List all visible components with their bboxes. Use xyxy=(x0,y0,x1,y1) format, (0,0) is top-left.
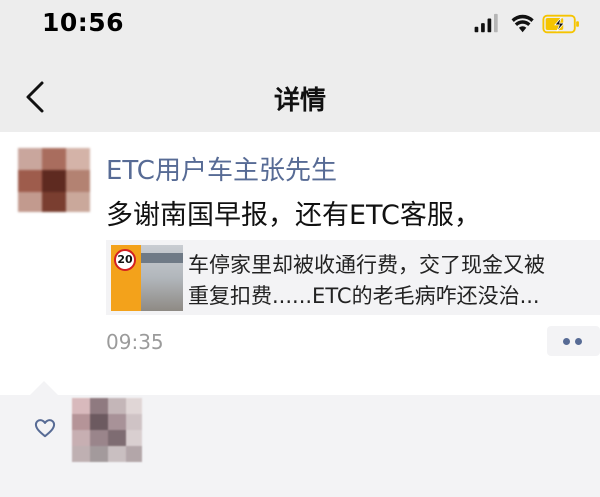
top-bar: 10:56 详情 xyxy=(0,0,600,132)
post-text: 多谢南国早报，还有ETC客服， xyxy=(106,200,481,231)
battery-charging-icon xyxy=(542,14,579,34)
toll-canopy xyxy=(141,253,183,263)
link-thumbnail: 20 xyxy=(111,245,183,311)
more-dots-icon xyxy=(575,338,582,345)
link-card-title[interactable]: 车停家里却被收通行费，交了现金又被 重复扣费......ETC的老毛病咋还没治.… xyxy=(188,250,593,312)
speed-limit-sign: 20 xyxy=(114,249,136,271)
page-title: 详情 xyxy=(273,86,326,116)
status-icons xyxy=(474,13,579,34)
link-card-title-line1: 车停家里却被收通行费，交了现金又被 xyxy=(188,253,545,277)
signal-icon xyxy=(474,13,498,33)
post-time: 09:35 xyxy=(106,330,164,354)
link-card-title-line2: 重复扣费......ETC的老毛病咋还没治... xyxy=(188,284,540,308)
status-time: 10:56 xyxy=(42,8,125,37)
liker-avatar[interactable] xyxy=(72,398,142,462)
like-panel-arrow xyxy=(30,381,58,395)
author-name[interactable]: ETC用户车主张先生 xyxy=(106,150,337,187)
more-dots-icon xyxy=(563,338,570,345)
author-avatar[interactable] xyxy=(18,148,90,212)
wifi-icon xyxy=(511,14,534,33)
heart-icon xyxy=(34,419,56,438)
more-button[interactable] xyxy=(547,326,600,356)
